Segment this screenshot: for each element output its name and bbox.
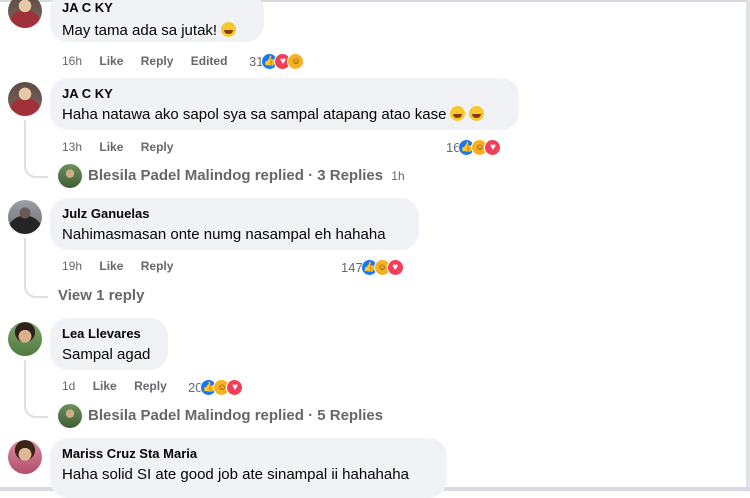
like-button[interactable]: Like: [93, 379, 117, 393]
like-button[interactable]: Like: [99, 259, 123, 273]
view-replies-link[interactable]: View 1 reply: [58, 286, 144, 306]
thread-line: [24, 360, 26, 402]
comment-author[interactable]: Lea Llevares: [62, 326, 156, 342]
reaction-count: 147: [341, 259, 363, 275]
comment-text: Nahimasmasan onte numg nasampal eh hahah…: [62, 226, 386, 243]
comment-bubble: JA C KY May tama ada sa jutak!: [50, 0, 264, 42]
replies-count: replied · 3 Replies: [254, 167, 384, 184]
comment-text: Haha solid SI ate good job ate sinampal …: [62, 466, 409, 483]
like-button[interactable]: Like: [99, 140, 123, 154]
comment-actions: 16h Like Reply Edited: [62, 53, 241, 69]
comment-time[interactable]: 19h: [62, 259, 82, 273]
comment-text: Haha natawa ako sapol sya sa sampal atap…: [62, 105, 507, 125]
grin-emoji-icon: [221, 22, 237, 37]
thread-line: [24, 238, 26, 282]
avatar[interactable]: [8, 200, 42, 234]
reply-button[interactable]: Reply: [134, 379, 167, 393]
laugh-emoji-icon: [450, 106, 466, 121]
heart-icon: ♥: [386, 258, 404, 276]
comment-author[interactable]: Mariss Cruz Sta Maria: [62, 446, 435, 462]
comment-time[interactable]: 1d: [62, 379, 75, 393]
replies-time: 1h: [391, 169, 405, 183]
comment-actions: 13h Like Reply: [62, 139, 187, 155]
replier-name: Blesila Padel Malindog: [88, 167, 251, 184]
comment-bubble: JA C KY Haha natawa ako sapol sya sa sam…: [50, 78, 519, 130]
reaction-summary[interactable]: 31 👍 ♥ ☺: [249, 52, 305, 70]
avatar[interactable]: [8, 322, 42, 356]
avatar[interactable]: [8, 82, 42, 116]
comment-text: Sampal agad: [62, 346, 151, 363]
reaction-summary[interactable]: 147 👍 ☺ ♥: [341, 258, 404, 276]
avatar[interactable]: [8, 440, 42, 474]
replier-name: Blesila Padel Malindog: [88, 407, 251, 424]
replies-count: replied · 5 Replies: [254, 407, 384, 424]
comment-actions: 1d Like Reply: [62, 378, 181, 394]
haha-icon: ☺: [287, 52, 305, 70]
reaction-summary[interactable]: 20 👍 ☺ ♥: [188, 378, 244, 396]
view-replies-link[interactable]: Blesila Padel Malindog replied · 5 Repli…: [88, 406, 383, 426]
heart-icon: ♥: [226, 378, 244, 396]
comment-text-body: Haha natawa ako sapol sya sa sampal atap…: [62, 106, 447, 123]
comment-actions: 19h Like Reply: [62, 258, 187, 274]
thread-connector: [24, 160, 48, 178]
comment-bubble: Mariss Cruz Sta Maria Haha solid SI ate …: [50, 438, 447, 498]
comment-time[interactable]: 13h: [62, 140, 82, 154]
comment-author[interactable]: JA C KY: [62, 0, 252, 16]
comment-author[interactable]: Julz Ganuelas: [62, 206, 407, 222]
thread-line: [24, 120, 26, 162]
comment-bubble: Lea Llevares Sampal agad: [50, 318, 168, 370]
reply-button[interactable]: Reply: [141, 140, 174, 154]
replier-avatar[interactable]: [58, 404, 82, 428]
comment-time[interactable]: 16h: [62, 54, 82, 68]
thread-connector: [24, 400, 48, 418]
comment-text: May tama ada sa jutak!: [62, 21, 252, 41]
thread-connector: [24, 280, 48, 298]
edited-label[interactable]: Edited: [191, 54, 228, 68]
heart-icon: ♥: [484, 138, 502, 156]
replier-avatar[interactable]: [58, 164, 82, 188]
reply-button[interactable]: Reply: [141, 259, 174, 273]
like-button[interactable]: Like: [99, 54, 123, 68]
reaction-summary[interactable]: 16 👍 ☺ ♥: [446, 138, 502, 156]
reply-button[interactable]: Reply: [141, 54, 174, 68]
view-replies-link[interactable]: Blesila Padel Malindog replied · 3 Repli…: [88, 166, 405, 186]
comment-bubble: Julz Ganuelas Nahimasmasan onte numg nas…: [50, 198, 419, 250]
scrollbar-track[interactable]: [746, 0, 750, 491]
comment-author[interactable]: JA C KY: [62, 86, 507, 102]
comment-text-body: May tama ada sa jutak!: [62, 22, 218, 39]
avatar[interactable]: [8, 0, 42, 28]
laugh-emoji-icon: [469, 106, 485, 121]
